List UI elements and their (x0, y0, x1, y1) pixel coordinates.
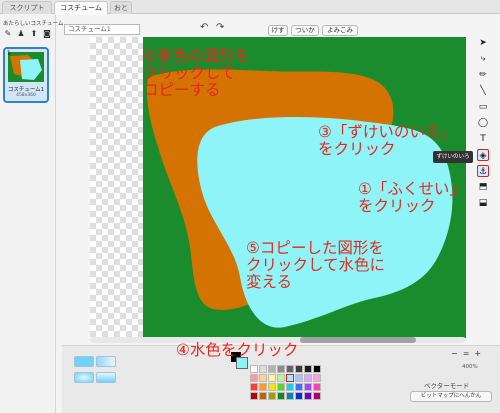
color-palette (250, 365, 321, 400)
zoom-reset-button[interactable]: = (463, 349, 470, 358)
costume-editor-window: スクリプト コスチューム おと あたらしいコスチューム ✎ ♟ ⬆ ◙ 1 コス… (0, 0, 500, 413)
color-swatch[interactable] (295, 383, 303, 391)
forward-layer-icon[interactable]: ⬒ (477, 181, 489, 193)
line-tool-icon[interactable]: ╲ (477, 85, 489, 97)
color-swatch[interactable] (250, 365, 258, 373)
reshape-tool-icon[interactable]: ⤷ (477, 53, 489, 65)
clear-button[interactable]: けす (268, 25, 288, 36)
color-swatch[interactable] (268, 374, 276, 382)
tab-costumes[interactable]: コスチューム (54, 1, 108, 15)
paint-new-icon[interactable]: ✎ (3, 29, 13, 39)
costume-name-input[interactable]: コスチューム1 (64, 24, 140, 35)
pencil-tool-icon[interactable]: ✏ (477, 69, 489, 81)
vector-mode-label: ベクターモード (424, 382, 470, 390)
tab-sounds[interactable]: おと (110, 1, 132, 14)
annotation-step3: ③「ずけいのいろ」 をクリック (318, 123, 456, 158)
color-swatch[interactable] (268, 392, 276, 400)
color-swatch[interactable] (268, 365, 276, 373)
color-swatch[interactable] (286, 383, 294, 391)
undo-icon[interactable]: ↶ (200, 22, 208, 33)
color-swatch[interactable] (313, 392, 321, 400)
color-swatch[interactable] (295, 392, 303, 400)
thumb-aqua-shape (20, 59, 42, 80)
duplicate-tool-icon[interactable]: ⚓ (477, 165, 489, 177)
fill-gradient-h-option[interactable] (96, 356, 116, 367)
color-swatch[interactable] (277, 374, 285, 382)
color-swatch[interactable] (304, 374, 312, 382)
zoom-out-button[interactable]: − (451, 349, 458, 358)
text-tool-icon[interactable]: T (477, 133, 489, 145)
costume-number: 1 (7, 50, 11, 57)
costume-thumbnail-selected[interactable]: 1 コスチューム1 458x360 (3, 47, 49, 103)
new-costume-icons: ✎ ♟ ⬆ ◙ (3, 29, 52, 39)
annotation-step2: ②茶色の図形を クリックして コピーする (143, 47, 250, 99)
fill-gradient-v-option[interactable] (96, 372, 116, 383)
zoom-in-button[interactable]: + (474, 349, 481, 358)
color-swatch[interactable] (277, 365, 285, 373)
select-tool-icon[interactable]: ➤ (477, 37, 489, 49)
zoom-controls: − = + (451, 349, 481, 358)
annotation-step4: ④水色をクリック (176, 341, 299, 359)
convert-to-bitmap-button[interactable]: ビットマップにへんかん (410, 391, 492, 402)
redo-icon[interactable]: ↷ (216, 22, 224, 33)
camera-icon[interactable]: ◙ (42, 29, 52, 39)
fill-color-tool-icon[interactable]: ◈ (477, 149, 489, 161)
color-swatch[interactable] (286, 365, 294, 373)
color-swatch[interactable] (286, 374, 294, 382)
color-swatch[interactable] (304, 365, 312, 373)
add-button[interactable]: ついか (291, 25, 319, 36)
costume-thumbnail-image (8, 52, 44, 82)
color-swatch[interactable] (295, 374, 303, 382)
color-swatch[interactable] (259, 374, 267, 382)
costume-name-label: コスチューム1 (7, 87, 45, 93)
color-swatch[interactable] (259, 365, 267, 373)
import-button[interactable]: よみこみ (322, 25, 358, 36)
color-swatch[interactable] (277, 392, 285, 400)
color-swatch[interactable] (295, 365, 303, 373)
backward-layer-icon[interactable]: ⬓ (477, 197, 489, 209)
tool-column: ➤ ⤷ ✏ ╲ ▭ ◯ T ◈ ⚓ ⬒ ⬓ (473, 37, 493, 217)
rectangle-tool-icon[interactable]: ▭ (477, 101, 489, 113)
tab-bar: スクリプト コスチューム おと (0, 0, 500, 15)
choose-library-icon[interactable]: ♟ (16, 29, 26, 39)
color-swatch[interactable] (304, 383, 312, 391)
ellipse-tool-icon[interactable]: ◯ (477, 117, 489, 129)
tab-scripts[interactable]: スクリプト (2, 1, 52, 14)
annotation-step1: ①「ふくせい」 をクリック (358, 180, 465, 215)
color-swatch[interactable] (250, 392, 258, 400)
color-swatch[interactable] (250, 383, 258, 391)
upload-file-icon[interactable]: ⬆ (29, 29, 39, 39)
color-swatch[interactable] (313, 374, 321, 382)
color-swatch[interactable] (259, 392, 267, 400)
color-swatch[interactable] (259, 383, 267, 391)
color-swatch[interactable] (313, 383, 321, 391)
costume-thumbnail-art (10, 55, 42, 80)
new-costume-label: あたらしいコスチューム (3, 21, 64, 27)
color-swatch[interactable] (304, 392, 312, 400)
fill-solid-option[interactable] (74, 356, 94, 367)
annotation-step5: ⑤コピーした図形を クリックして水色に 変える (246, 239, 386, 291)
costume-size-label: 458x360 (16, 93, 36, 98)
color-swatch[interactable] (268, 383, 276, 391)
canvas-scroll-thumb[interactable] (300, 337, 416, 343)
color-swatch[interactable] (286, 392, 294, 400)
fill-radial-option[interactable] (74, 372, 94, 383)
color-swatch[interactable] (277, 383, 285, 391)
color-swatch[interactable] (313, 365, 321, 373)
costume-list-pane: あたらしいコスチューム ✎ ♟ ⬆ ◙ 1 コスチューム1 458x360 (0, 15, 63, 413)
color-swatch[interactable] (250, 374, 258, 382)
zoom-percent: 400% (462, 364, 478, 370)
